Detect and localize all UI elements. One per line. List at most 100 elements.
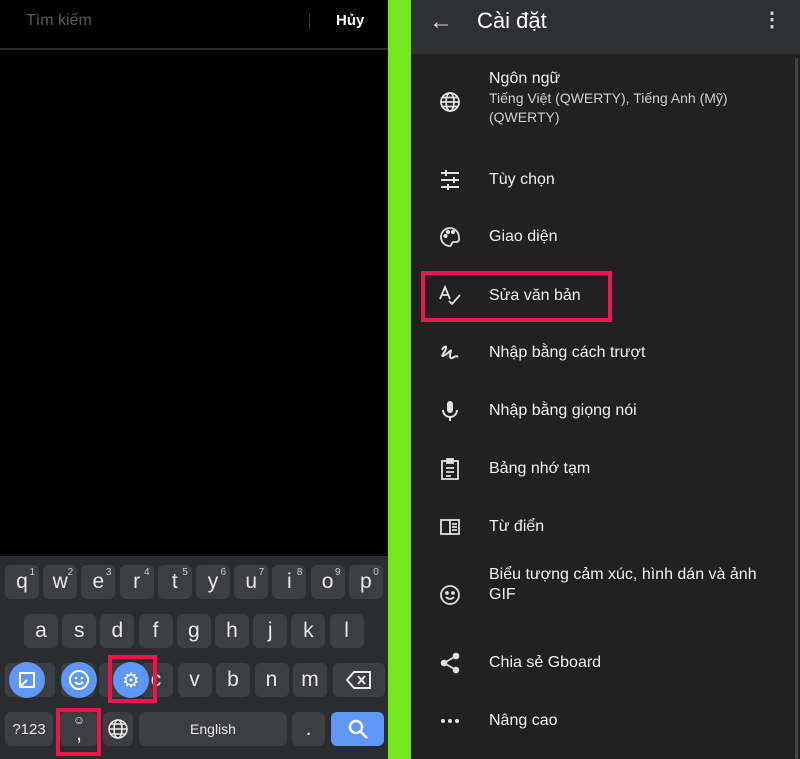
settings-item-share[interactable]: Chia sẻ Gboard (411, 633, 796, 693)
settings-screen: ← Cài đặt ⋮ Ngôn ngữ Tiếng Việt (QWERTY),… (411, 0, 800, 759)
settings-item-gesture[interactable]: Nhập bằng cách trượt (411, 323, 796, 383)
key-label: w (52, 570, 68, 593)
key-n[interactable]: n (254, 663, 289, 697)
symbols-key[interactable]: ?123 (5, 712, 53, 746)
settings-item-palette[interactable]: Giao diện (411, 207, 796, 267)
settings-item-label: Nâng cao (489, 712, 558, 729)
key-j[interactable]: j (253, 614, 288, 648)
key-hint: 3 (105, 567, 112, 578)
settings-item-label: Giao diện (489, 228, 558, 245)
key-u[interactable]: u7 (234, 565, 269, 599)
language-key[interactable] (103, 712, 133, 746)
settings-item-dictionary[interactable]: Từ điển (411, 497, 796, 557)
clipboard-icon (437, 456, 463, 482)
page-title: Cài đặt (477, 8, 547, 33)
settings-item-more-horiz[interactable]: Nâng cao (411, 691, 796, 751)
key-i[interactable]: i8 (272, 565, 307, 599)
key-d[interactable]: d (100, 614, 135, 648)
gesture-icon (437, 340, 463, 366)
divider-strip (388, 0, 411, 759)
settings-item-label: Tùy chọn (489, 171, 555, 188)
key-l[interactable]: l (329, 614, 364, 648)
key-label: m (301, 668, 319, 691)
key-label: y (207, 570, 219, 593)
key-label: t (171, 570, 178, 593)
clipboard-popup-button[interactable] (9, 662, 45, 698)
more-vert-icon[interactable]: ⋮ (762, 10, 782, 30)
settings-item-label: Ngôn ngữ (489, 70, 561, 87)
search-input[interactable] (26, 10, 296, 32)
settings-item-label: Chia sẻ Gboard (489, 654, 602, 671)
key-m[interactable]: m (293, 663, 327, 697)
key-label: i (287, 570, 292, 593)
key-hint: 1 (29, 567, 35, 578)
settings-item-clipboard[interactable]: Bảng nhớ tạm (411, 439, 796, 499)
key-label: k (303, 619, 314, 642)
back-arrow-icon[interactable]: ← (429, 8, 453, 36)
settings-item-sliders[interactable]: Tùy chọn (411, 150, 796, 210)
key-o[interactable]: o9 (310, 565, 345, 599)
emoji-popup-button[interactable] (61, 662, 97, 698)
scrollbar[interactable] (795, 58, 798, 759)
key-hint: 6 (220, 567, 226, 578)
globe-icon (437, 89, 463, 115)
key-hint: 2 (67, 567, 74, 578)
key-label: f (152, 619, 159, 642)
divider (309, 13, 310, 29)
emoji-icon (437, 582, 463, 608)
key-h[interactable]: h (215, 614, 249, 648)
cancel-button[interactable]: Hủy (336, 12, 364, 29)
key-label: d (111, 619, 124, 642)
key-e[interactable]: e3 (81, 565, 116, 599)
key-hint: 9 (335, 567, 341, 578)
key-label: o (321, 570, 334, 593)
key-s[interactable]: s (62, 614, 97, 648)
key-f[interactable]: f (138, 614, 173, 648)
key-label: ?123 (12, 720, 46, 738)
app-bar: ← Cài đặt ⋮ (411, 0, 800, 54)
key-label: b (227, 668, 239, 691)
key-g[interactable]: g (176, 614, 211, 648)
space-key[interactable]: English (139, 712, 287, 746)
highlight-box (108, 655, 157, 703)
settings-item-label: Nhập bằng cách trượt (489, 344, 646, 361)
key-a[interactable]: a (24, 614, 58, 648)
key-label: q (16, 570, 28, 593)
key-q[interactable]: q1 (5, 565, 39, 599)
key-hint: 0 (373, 567, 379, 578)
key-p[interactable]: p0 (348, 565, 383, 599)
key-label: English (190, 721, 236, 737)
settings-item-subtitle: Tiếng Việt (QWERTY), Tiếng Anh (Mỹ) (QWE… (489, 90, 728, 125)
key-label: . (305, 717, 312, 740)
highlight-box (56, 708, 101, 756)
search-key[interactable] (331, 712, 384, 746)
settings-item-label: Bảng nhớ tạm (489, 460, 591, 477)
settings-item-label: Nhập bằng giọng nói (489, 402, 637, 419)
key-k[interactable]: k (291, 614, 326, 648)
key-t[interactable]: t5 (157, 565, 192, 599)
key-r[interactable]: r4 (119, 565, 154, 599)
key-label: s (73, 619, 85, 642)
key-hint: 7 (258, 567, 265, 578)
keyboard: q 1 w 2 e 3 r 4 t 5 y 6 u 7 i 8 o 9 p 0 a s d f g h j k l c v b n m ⚙ ?123 ☺… (0, 556, 388, 759)
backspace-key[interactable] (333, 663, 385, 697)
key-hint: 8 (296, 567, 303, 578)
key-w[interactable]: w2 (43, 565, 78, 599)
emoji-icon (69, 670, 89, 690)
key-label: n (265, 668, 278, 691)
key-label: a (35, 619, 47, 642)
search-icon (348, 719, 368, 739)
settings-item-globe[interactable]: Ngôn ngữ Tiếng Việt (QWERTY), Tiếng Anh (… (411, 70, 796, 132)
key-b[interactable]: b (216, 663, 250, 697)
key-y[interactable]: y6 (196, 565, 230, 599)
more-horiz-icon (437, 708, 463, 734)
key-label: h (226, 619, 238, 642)
period-key[interactable]: . (292, 712, 325, 746)
globe-icon (108, 719, 128, 739)
search-bar: Hủy (0, 0, 388, 50)
highlight-box (421, 271, 612, 322)
key-v[interactable]: v (177, 663, 212, 697)
settings-item-emoji[interactable]: Biểu tượng cảm xúc, hình dán và ảnh GIF (411, 565, 796, 625)
settings-item-mic[interactable]: Nhập bằng giọng nói (411, 381, 796, 441)
key-hint: 4 (144, 567, 150, 578)
